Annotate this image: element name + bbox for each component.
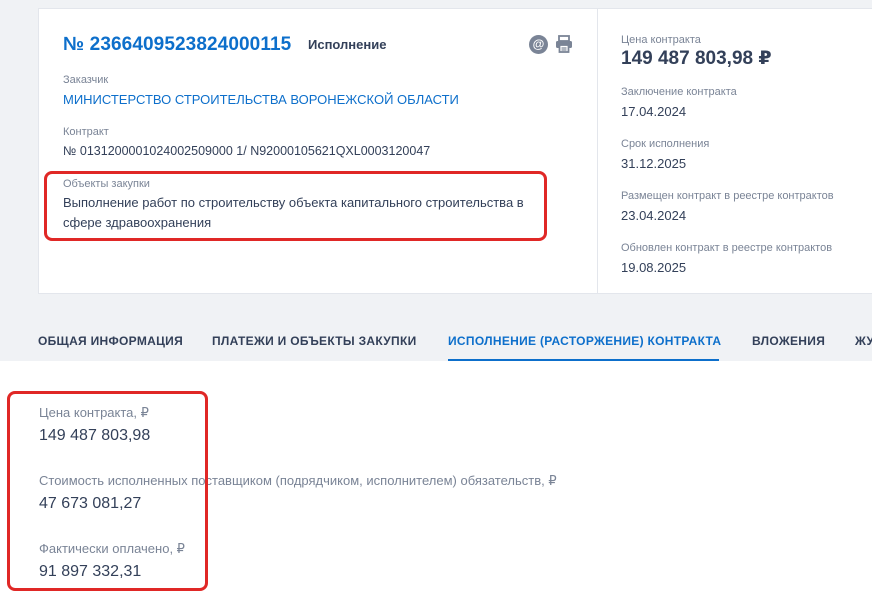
contract-card: № 2366409523824000115 Исполнение @ Заказ…: [38, 8, 872, 294]
contract-label: Контракт: [63, 126, 109, 138]
contract-tabs: ОБЩАЯ ИНФОРМАЦИЯ ПЛАТЕЖИ И ОБЪЕКТЫ ЗАКУП…: [0, 325, 872, 361]
contract-status: Исполнение: [308, 37, 387, 52]
side-price-value: 149 487 803,98 ₽: [621, 48, 772, 69]
objects-highlight: [44, 171, 547, 241]
tab-payments[interactable]: ПЛАТЕЖИ И ОБЪЕКТЫ ЗАКУПКИ: [212, 334, 417, 348]
updated-date: 19.08.2025: [621, 260, 687, 275]
print-icon[interactable]: [555, 35, 573, 53]
deadline-label: Срок исполнения: [621, 138, 710, 150]
tab-attachments[interactable]: ВЛОЖЕНИЯ: [752, 334, 825, 348]
updated-label: Обновлен контракт в реестре контрактов: [621, 242, 833, 254]
active-tab-indicator: [448, 359, 719, 361]
conclusion-date: 17.04.2024: [621, 104, 687, 119]
tab-execution[interactable]: ИСПОЛНЕНИЕ (РАСТОРЖЕНИЕ) КОНТРАКТА: [448, 334, 721, 348]
contract-main-info: № 2366409523824000115 Исполнение @ Заказ…: [39, 9, 598, 293]
contract-side-info: Цена контракта 149 487 803,98 ₽ Заключен…: [599, 9, 872, 293]
deadline-date: 31.12.2025: [621, 156, 687, 171]
customer-link[interactable]: МИНИСТЕРСТВО СТРОИТЕЛЬСТВА ВОРОНЕЖСКОЙ О…: [63, 92, 459, 107]
email-icon[interactable]: @: [529, 35, 548, 54]
contract-header-area: № 2366409523824000115 Исполнение @ Заказ…: [0, 0, 872, 361]
conclusion-label: Заключение контракта: [621, 86, 737, 98]
tab-general-info[interactable]: ОБЩАЯ ИНФОРМАЦИЯ: [38, 334, 183, 348]
contract-reg-number[interactable]: № 2366409523824000115: [63, 34, 291, 56]
side-price-label: Цена контракта: [621, 34, 701, 46]
placed-label: Размещен контракт в реестре контрактов: [621, 190, 834, 202]
tab-journal[interactable]: ЖУ: [855, 334, 872, 348]
contract-number: № 0131200001024002509000 1/ N92000105621…: [63, 144, 431, 158]
execution-highlight: [7, 391, 208, 591]
placed-date: 23.04.2024: [621, 208, 687, 223]
customer-label: Заказчик: [63, 74, 109, 86]
